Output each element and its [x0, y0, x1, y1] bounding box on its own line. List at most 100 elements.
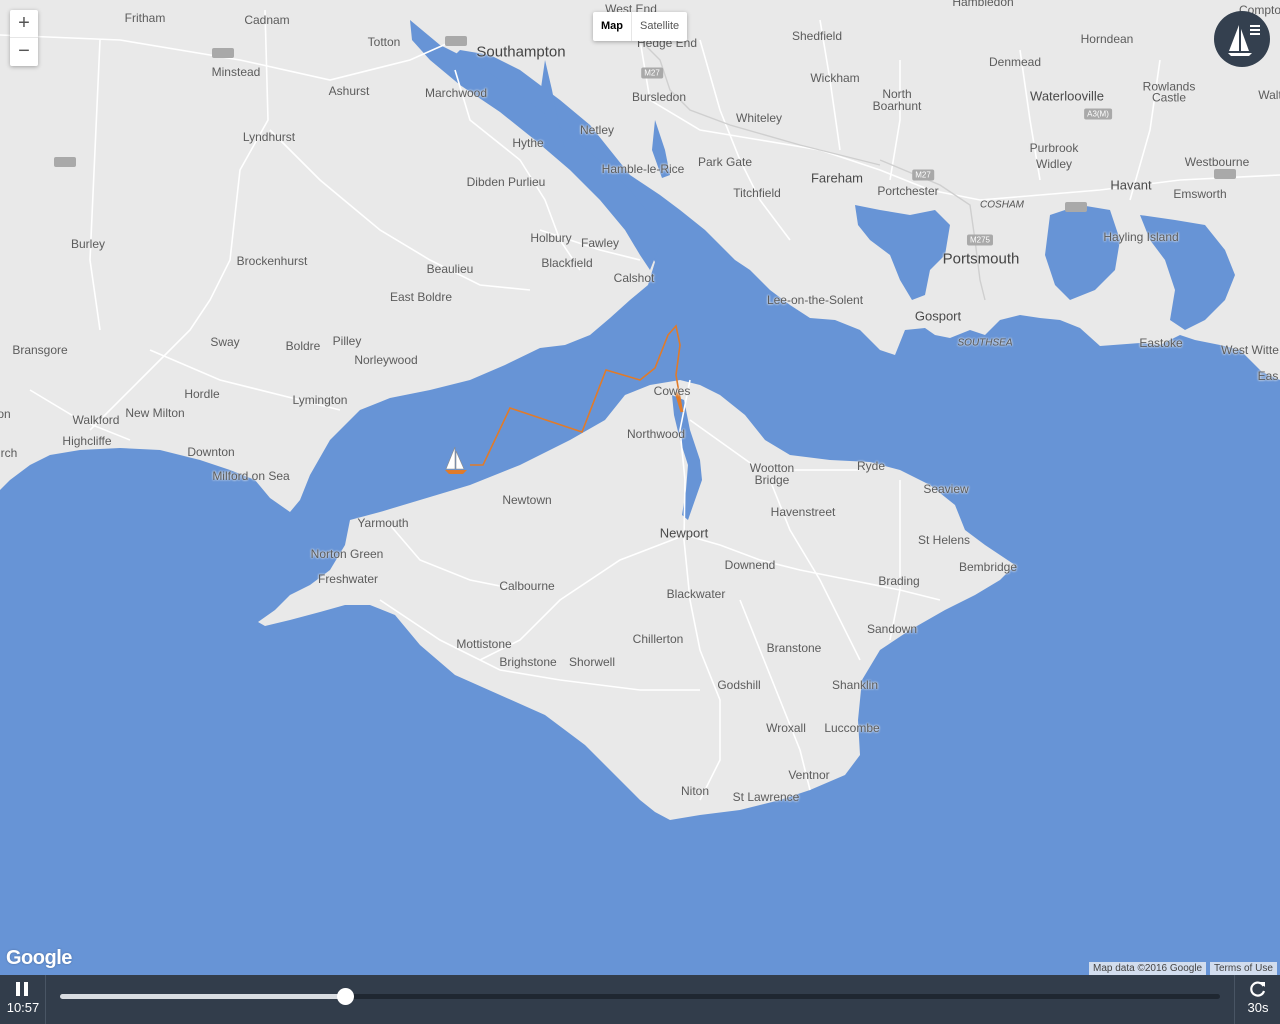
place-wroxall: Wroxall	[766, 721, 806, 735]
timeline-progress	[60, 994, 346, 999]
place-portsmouth: Portsmouth	[942, 250, 1020, 268]
map-type-control: Map Satellite	[593, 12, 688, 41]
place-highcliffe: Highcliffe	[62, 434, 112, 448]
place-seaview: Seaview	[923, 482, 969, 496]
place-yarmouth: Yarmouth	[357, 516, 409, 530]
playback-time: 10:57	[6, 1000, 40, 1015]
map-type-satellite-button[interactable]: Satellite	[632, 12, 687, 41]
place-bembridge: Bembridge	[958, 560, 1018, 574]
place-st-lawrence: St Lawrence	[732, 790, 800, 804]
place-new-milton: New Milton	[125, 406, 185, 420]
place-fawley: Fawley	[580, 236, 620, 250]
map-base-layer	[0, 0, 1280, 820]
place-blackwater: Blackwater	[666, 587, 726, 601]
place-north-boarhunt: North Boarhunt	[872, 87, 922, 113]
place-burley: Burley	[70, 237, 106, 251]
place-holbury: Holbury	[530, 231, 572, 245]
play-pause-button[interactable]: 10:57	[0, 975, 46, 1024]
place-edge-on: on	[0, 407, 11, 421]
google-logo: Google	[6, 947, 72, 969]
place-emsworth: Emsworth	[1173, 187, 1227, 201]
place-pilley: Pilley	[332, 334, 362, 348]
place-fareham: Fareham	[810, 170, 864, 186]
place-beaulieu: Beaulieu	[426, 262, 474, 276]
place-rowlands-castle: Rowlands Castle	[1142, 79, 1196, 105]
place-walkford: Walkford	[72, 413, 120, 427]
place-st-helens: St Helens	[917, 533, 971, 547]
map-type-map-button[interactable]: Map	[593, 12, 632, 41]
place-havenstreet: Havenstreet	[770, 505, 836, 519]
restart-interval: 30s	[1247, 1000, 1269, 1015]
place-whiteley: Whiteley	[735, 111, 783, 125]
place-lyndhurst: Lyndhurst	[242, 130, 296, 144]
road-shield	[212, 48, 234, 58]
place-gosport: Gosport	[914, 308, 962, 324]
place-brighstone: Brighstone	[499, 655, 557, 669]
place-brading: Brading	[878, 574, 920, 588]
place-marchwood: Marchwood	[424, 86, 488, 100]
isle-of-wight	[258, 380, 1015, 820]
timeline-slider[interactable]	[60, 988, 1220, 1005]
place-shanklin: Shanklin	[831, 678, 879, 692]
zoom-in-button[interactable]: +	[10, 10, 38, 38]
place-ashurst: Ashurst	[328, 84, 370, 98]
place-calbourne: Calbourne	[499, 579, 555, 593]
pause-icon	[15, 982, 29, 996]
place-purbrook: Purbrook	[1029, 141, 1079, 155]
place-norleywood: Norleywood	[354, 353, 418, 367]
map-canvas[interactable]: Southampton Portsmouth Newport Fareham W…	[0, 0, 1280, 975]
menu-button[interactable]	[1214, 11, 1270, 67]
road-shield	[445, 36, 467, 46]
place-mottistone: Mottistone	[456, 637, 512, 651]
place-lee: Lee-on-the-Solent	[766, 293, 864, 307]
sailboat-menu-icon	[1228, 25, 1260, 56]
place-cadnam: Cadnam	[244, 13, 290, 27]
place-west-wittering: West Witte	[1221, 343, 1279, 357]
place-hythe: Hythe	[512, 136, 544, 150]
place-westbourne: Westbourne	[1184, 155, 1250, 169]
place-blackfield: Blackfield	[541, 256, 593, 270]
place-newtown: Newtown	[502, 493, 552, 507]
road-shield-m27: M27	[912, 169, 934, 181]
road-shield	[1214, 169, 1236, 179]
place-ryde: Ryde	[856, 459, 886, 473]
place-cowes: Cowes	[653, 384, 691, 398]
place-east-boldre: East Boldre	[389, 290, 453, 304]
place-southsea: SOUTHSEA	[957, 337, 1013, 349]
place-downton: Downton	[187, 445, 235, 459]
map-attribution: Map data ©2016 Google	[1089, 962, 1207, 975]
place-portchester: Portchester	[877, 184, 939, 198]
sailboat-marker-icon[interactable]	[443, 445, 469, 475]
place-freshwater: Freshwater	[317, 572, 379, 586]
place-east: Eas	[1257, 369, 1279, 383]
place-shorwell: Shorwell	[568, 655, 616, 669]
zoom-control: + −	[10, 10, 38, 66]
replay-icon	[1250, 981, 1266, 997]
restart-button[interactable]: 30s	[1234, 975, 1280, 1024]
place-bransgore: Bransgore	[12, 343, 68, 357]
place-lymington: Lymington	[292, 393, 348, 407]
terms-link[interactable]: Terms of Use	[1210, 962, 1277, 975]
place-havant: Havant	[1110, 177, 1152, 193]
place-chillerton: Chillerton	[632, 632, 684, 646]
place-brockenhurst: Brockenhurst	[236, 254, 308, 268]
place-cosham: COSHAM	[980, 199, 1024, 211]
place-horndean: Horndean	[1080, 32, 1134, 46]
place-sway: Sway	[210, 335, 240, 349]
place-branstone: Branstone	[766, 641, 822, 655]
timeline-handle[interactable]	[337, 988, 355, 1005]
place-eastoke: Eastoke	[1139, 336, 1183, 350]
place-hayling: Hayling Island	[1103, 230, 1179, 244]
road-shield	[54, 157, 76, 167]
place-widley: Widley	[1035, 157, 1073, 171]
place-walt: Walt	[1258, 88, 1280, 102]
place-milford: Milford on Sea	[212, 469, 290, 483]
place-wickham: Wickham	[810, 71, 860, 85]
place-edge-rch: rch	[0, 446, 18, 460]
place-hamble: Hamble-le-Rice	[601, 162, 685, 176]
road-shield-m27: M27	[641, 67, 663, 79]
place-southampton: Southampton	[476, 43, 566, 61]
road-shield-m275: M275	[966, 234, 994, 246]
place-fritham: Fritham	[124, 11, 166, 25]
zoom-out-button[interactable]: −	[10, 38, 38, 66]
